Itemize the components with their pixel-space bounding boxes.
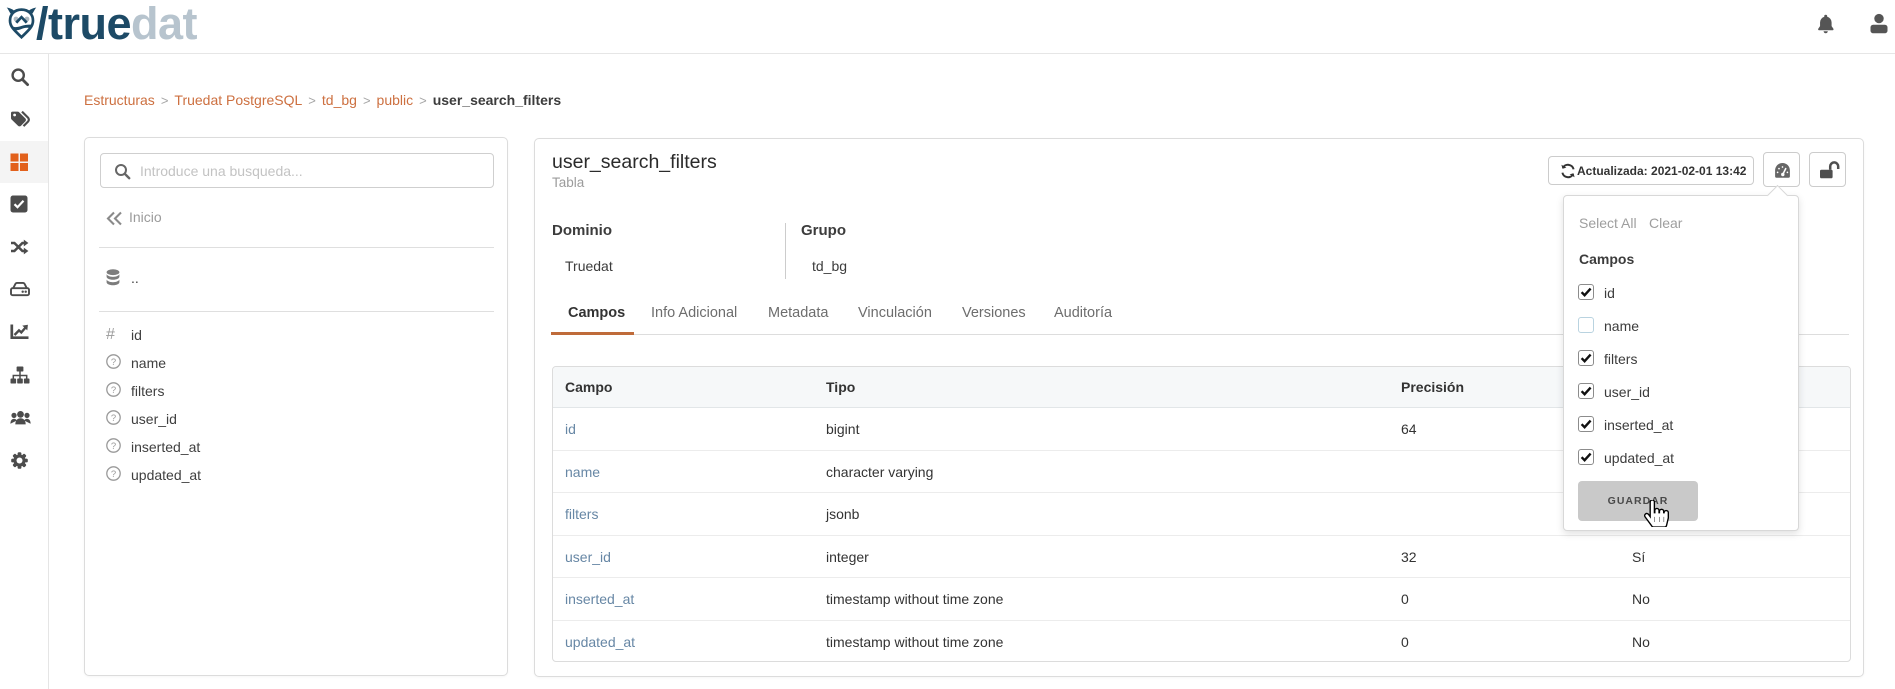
svg-text:?: ? [111, 469, 116, 480]
svg-text:?: ? [111, 413, 116, 424]
svg-text:?: ? [111, 385, 116, 396]
svg-text:?: ? [111, 441, 116, 452]
svg-text:?: ? [111, 357, 116, 368]
